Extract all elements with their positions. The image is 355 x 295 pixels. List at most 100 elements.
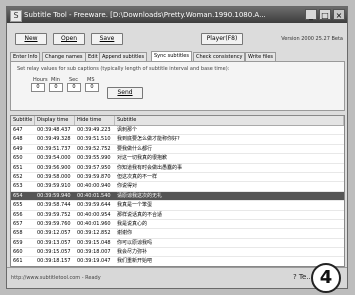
status-bar: http://www.subtitletool.com - Ready ? Te… [7,267,347,288]
table-row[interactable]: 647 00:39:48.437 00:39:49.223 讽刺那个 [11,126,344,136]
window-title: Subtitle Tool - Freeware. [D:\Downloads\… [24,11,266,19]
cell-number: 658 [13,230,23,237]
cell-hide-time: 00:40:00.940 [77,183,111,190]
table-row[interactable]: 651 00:39:56.900 00:39:57.950 你知道我有时会做出愚蠢的事 [11,164,344,173]
cell-hide-time: 00:40:01.540 [77,192,111,199]
table-row[interactable]: 659 00:39:13.057 00:39:15.048 你可以原谅我吗 [11,239,344,249]
cell-number: 648 [13,136,23,143]
player-button[interactable]: Player(F8) [201,33,243,45]
cell-display-time: 00:39:58.744 [37,202,71,209]
cell-number: 649 [13,145,23,152]
minimize-button[interactable]: _ [305,9,317,20]
col-subtitle-no[interactable]: Subtitle No. [11,116,35,125]
cell-display-time: 00:39:51.737 [37,145,71,152]
cell-number: 654 [13,192,23,199]
cell-display-time: 00:39:13.057 [37,239,71,246]
cell-number: 655 [13,202,23,209]
cell-subtitle: 我真是一个笨蛋 [117,202,153,209]
table-row[interactable]: 661 00:39:18.157 00:39:19.047 我们重新开始吧 [11,257,344,266]
cell-hide-time: 00:39:55.990 [77,155,111,162]
cell-subtitle: 请原谅我这次的无礼 [117,192,163,199]
table-row[interactable]: 660 00:39:15.057 00:39:18.007 我会尽力弥补 [11,248,344,258]
cell-number: 653 [13,183,23,190]
cell-hide-time: 00:39:12.852 [77,230,111,237]
table-row[interactable]: 653 00:39:59.910 00:40:00.940 你说得对 [11,182,344,192]
cell-hide-time: 00:39:19.047 [77,258,111,265]
cell-hide-time: 00:39:15.048 [77,239,111,246]
cell-number: 651 [13,164,23,171]
open-button[interactable]: Open [53,33,85,45]
cell-hide-time: 00:39:52.752 [77,145,111,152]
seconds-field[interactable]: 0 [67,83,81,92]
table-row[interactable]: 654 00:39:59.940 00:40:01.540 请原谅我这次的无礼 [11,191,344,202]
cell-hide-time: 00:39:59.870 [77,173,111,180]
cell-display-time: 00:39:48.437 [37,127,71,133]
cell-number: 659 [13,239,23,246]
table-row[interactable]: 649 00:39:51.737 00:39:52.752 要我做什么都行 [11,145,344,155]
cell-subtitle: 你知道我有时会做出愚蠢的事 [117,164,183,171]
table-row[interactable]: 655 00:39:58.744 00:39:59.644 我真是一个笨蛋 [11,201,344,211]
table-row[interactable]: 657 00:39:59.760 00:40:01.960 我是说真心的 [11,220,344,230]
cell-display-time: 00:39:18.157 [37,258,71,265]
panel-hint: Set relay values for sub captions (typic… [17,66,230,72]
new-button[interactable]: New [15,33,47,45]
col-subtitle[interactable]: Subtitle [115,116,344,125]
cell-display-time: 00:39:54.000 [37,155,71,162]
cell-number: 647 [13,127,23,133]
cell-subtitle: 我们重新开始吧 [117,258,153,265]
subtitle-table: Subtitle No. Display time Hide time Subt… [10,115,345,267]
cell-subtitle: 你可以原谅我吗 [117,239,153,246]
cell-hide-time: 00:39:59.644 [77,202,111,209]
cell-hide-time: 00:39:49.223 [77,127,111,133]
cell-subtitle: 我会尽力弥补 [117,249,148,256]
help-label[interactable]: ? Te... [293,273,313,281]
close-button[interactable]: × [333,9,345,20]
table-row[interactable]: 652 00:39:58.000 00:39:59.870 但这次真的不一样 [11,173,344,183]
cell-number: 652 [13,173,23,180]
maximize-button[interactable]: □ [319,9,331,20]
table-row[interactable]: 648 00:39:49.328 00:39:51.510 我到底要怎么做才能称你好? [11,135,344,145]
minutes-field[interactable]: 0 [49,83,63,92]
cell-display-time: 00:39:59.752 [37,211,71,218]
cell-hide-time: 00:39:18.007 [77,249,111,256]
cell-number: 656 [13,211,23,218]
table-row[interactable]: 658 00:39:12.057 00:39:12.852 谢谢你 [11,229,344,239]
app-window: S Subtitle Tool - Freeware. [D:\Download… [6,6,348,289]
status-text: http://www.subtitletool.com - Ready [11,275,101,281]
col-hide-time[interactable]: Hide time [75,116,115,125]
send-button[interactable]: Send [107,87,143,99]
title-bar[interactable]: S Subtitle Tool - Freeware. [D:\Download… [7,7,347,23]
save-button[interactable]: Save [91,33,123,45]
cell-subtitle: 你说得对 [117,183,138,190]
hours-field[interactable]: 0 [31,83,45,92]
cell-hide-time: 00:39:51.510 [77,136,111,143]
table-body: 647 00:39:48.437 00:39:49.223 讽刺那个 648 00:39:… [11,126,344,266]
cell-display-time: 00:39:12.057 [37,230,71,237]
cell-display-time: 00:39:59.940 [37,192,71,199]
table-row[interactable]: 650 00:39:54.000 00:39:55.990 对这一切我真的很抱歉 [11,154,344,164]
cell-number: 657 [13,220,23,227]
sync-panel: Set relay values for sub captions (typic… [10,61,345,111]
cell-subtitle: 讽刺那个 [117,127,138,133]
table-header: Subtitle No. Display time Hide time Subt… [11,116,344,126]
cell-hide-time: 00:40:00.954 [77,211,111,218]
step-badge: 4 [311,263,341,293]
cell-subtitle: 对这一切我真的很抱歉 [117,155,168,162]
cell-subtitle: 那样说话真的不合适 [117,211,163,218]
cell-subtitle: 要我做什么都行 [117,145,153,152]
ms-field[interactable]: 0 [85,83,99,92]
cell-subtitle: 我到底要怎么做才能称你好? [117,136,180,143]
cell-subtitle: 谢谢你 [117,230,133,237]
col-display-time[interactable]: Display time [35,116,75,125]
cell-display-time: 00:39:15.057 [37,249,71,256]
cell-display-time: 00:39:59.760 [37,220,71,227]
table-row[interactable]: 656 00:39:59.752 00:40:00.954 那样说话真的不合适 [11,211,344,220]
cell-hide-time: 00:40:01.960 [77,220,111,227]
cell-number: 650 [13,155,23,162]
cell-number: 661 [13,258,23,265]
cell-number: 660 [13,249,23,256]
cell-subtitle: 我是说真心的 [117,220,148,227]
version-label: Version 2000 25.27 Beta [281,36,343,42]
app-icon: S [10,10,22,22]
cell-display-time: 00:39:59.910 [37,183,71,190]
